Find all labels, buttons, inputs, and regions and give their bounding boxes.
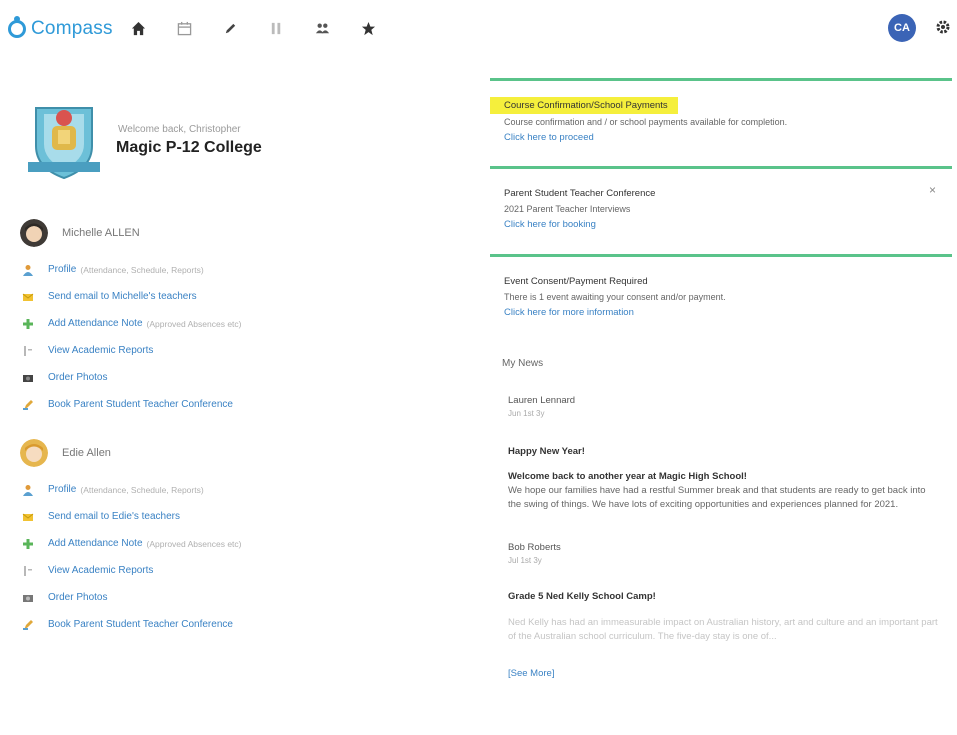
conference-icon bbox=[23, 619, 33, 630]
plus-icon bbox=[23, 318, 33, 329]
student-header[interactable]: Michelle ALLEN bbox=[20, 218, 242, 248]
action-label: Order Photos bbox=[48, 372, 108, 383]
action-label: Add Attendance Note bbox=[48, 318, 143, 329]
action-label: Book Parent Student Teacher Conference bbox=[48, 619, 233, 630]
action-label: Book Parent Student Teacher Conference bbox=[48, 399, 233, 410]
report-icon bbox=[24, 565, 32, 576]
pencil-icon[interactable] bbox=[222, 20, 238, 36]
news-title: Grade 5 Ned Kelly School Camp! bbox=[508, 591, 656, 602]
profile-link[interactable]: Profile (Attendance, Schedule, Reports) bbox=[20, 256, 242, 283]
proceed-link[interactable]: Click here to proceed bbox=[504, 132, 594, 143]
news-time: Jul 1st 3y bbox=[508, 556, 542, 565]
attendance-note-link[interactable]: Add Attendance Note (Approved Absences e… bbox=[20, 530, 242, 557]
order-photos-link[interactable]: Order Photos bbox=[20, 364, 242, 391]
conference-icon bbox=[23, 399, 33, 410]
report-icon bbox=[24, 345, 32, 356]
profile-icon bbox=[23, 484, 33, 496]
action-label: Profile bbox=[48, 264, 77, 275]
news-author: Lauren Lennard bbox=[508, 395, 576, 406]
booking-link[interactable]: Click here for booking bbox=[504, 219, 596, 230]
student-avatar bbox=[20, 439, 48, 467]
action-label: Send email to Edie's teachers bbox=[48, 511, 180, 522]
action-label: View Academic Reports bbox=[48, 345, 154, 356]
book-conference-link[interactable]: Book Parent Student Teacher Conference bbox=[20, 391, 242, 418]
book-conference-link[interactable]: Book Parent Student Teacher Conference bbox=[20, 611, 242, 638]
school-crest-icon bbox=[28, 107, 100, 180]
profile-icon bbox=[23, 264, 33, 276]
more-info-link[interactable]: Click here for more information bbox=[504, 307, 634, 318]
user-avatar[interactable]: CA bbox=[888, 14, 916, 42]
school-name: Magic P-12 College bbox=[116, 139, 262, 156]
student-actions: Profile (Attendance, Schedule, Reports) … bbox=[20, 476, 242, 638]
camera-icon bbox=[23, 374, 33, 382]
attendance-note-link[interactable]: Add Attendance Note (Approved Absences e… bbox=[20, 310, 242, 337]
action-sub: (Approved Absences etc) bbox=[146, 318, 242, 329]
news-subtitle: Welcome back to another year at Magic Hi… bbox=[508, 471, 747, 482]
news-body: Ned Kelly has had an immeasurable impact… bbox=[508, 617, 938, 642]
app-name: Compass bbox=[31, 18, 113, 39]
action-sub: (Approved Absences etc) bbox=[146, 538, 242, 549]
alert-event-consent: Event Consent/Payment Required There is … bbox=[490, 254, 952, 336]
news-body: We hope our families have had a restful … bbox=[508, 485, 926, 510]
home-icon[interactable] bbox=[130, 20, 146, 36]
gear-icon[interactable] bbox=[935, 19, 951, 35]
alert-description: There is 1 event awaiting your consent a… bbox=[504, 292, 726, 302]
student-header[interactable]: Edie Allen bbox=[20, 438, 242, 468]
student-name: Michelle ALLEN bbox=[62, 227, 140, 239]
email-teachers-link[interactable]: Send email to Michelle's teachers bbox=[20, 283, 242, 310]
student-card: Michelle ALLEN Profile (Attendance, Sche… bbox=[20, 218, 242, 418]
compass-logo[interactable]: Compass bbox=[8, 16, 113, 40]
alert-description: Course confirmation and / or school paym… bbox=[504, 117, 788, 127]
action-sub: (Attendance, Schedule, Reports) bbox=[80, 264, 204, 275]
alert-conference: Parent Student Teacher Conference 2021 P… bbox=[490, 166, 952, 254]
camera-icon bbox=[23, 594, 33, 602]
right-column: Course Confirmation/School Payments Cour… bbox=[490, 78, 952, 681]
news-author: Bob Roberts bbox=[508, 542, 561, 553]
people-icon[interactable] bbox=[314, 20, 330, 36]
email-icon bbox=[22, 293, 34, 301]
action-label: Profile bbox=[48, 484, 77, 495]
main-nav bbox=[130, 20, 406, 36]
close-icon[interactable]: × bbox=[929, 183, 936, 197]
grid-icon[interactable] bbox=[268, 20, 284, 36]
see-more-link[interactable]: [See More] bbox=[508, 668, 554, 679]
email-teachers-link[interactable]: Send email to Edie's teachers bbox=[20, 503, 242, 530]
top-bar: Compass CA bbox=[0, 0, 957, 58]
action-label: View Academic Reports bbox=[48, 565, 154, 576]
order-photos-link[interactable]: Order Photos bbox=[20, 584, 242, 611]
alert-description: 2021 Parent Teacher Interviews bbox=[504, 204, 631, 214]
alert-title: Course Confirmation/School Payments bbox=[490, 97, 678, 114]
news-item: Lauren Lennard Jun 1st 3y Happy New Year… bbox=[508, 395, 938, 512]
news-header: My News bbox=[502, 358, 544, 369]
compass-logo-icon bbox=[8, 16, 26, 38]
alert-course-confirmation: Course Confirmation/School Payments Cour… bbox=[490, 78, 952, 166]
action-label: Add Attendance Note bbox=[48, 538, 143, 549]
student-card: Edie Allen Profile (Attendance, Schedule… bbox=[20, 438, 242, 638]
profile-link[interactable]: Profile (Attendance, Schedule, Reports) bbox=[20, 476, 242, 503]
action-sub: (Attendance, Schedule, Reports) bbox=[80, 484, 204, 495]
news-title: Happy New Year! bbox=[508, 446, 585, 457]
welcome-message: Welcome back, Christopher bbox=[118, 124, 241, 135]
email-icon bbox=[22, 513, 34, 521]
academic-reports-link[interactable]: View Academic Reports bbox=[20, 337, 242, 364]
academic-reports-link[interactable]: View Academic Reports bbox=[20, 557, 242, 584]
calendar-icon[interactable] bbox=[176, 20, 192, 36]
alert-title: Event Consent/Payment Required bbox=[504, 276, 648, 287]
action-label: Order Photos bbox=[48, 592, 108, 603]
student-avatar bbox=[20, 219, 48, 247]
star-icon[interactable] bbox=[360, 20, 376, 36]
student-name: Edie Allen bbox=[62, 447, 111, 459]
news-time: Jun 1st 3y bbox=[508, 409, 545, 418]
action-label: Send email to Michelle's teachers bbox=[48, 291, 197, 302]
alert-title: Parent Student Teacher Conference bbox=[504, 188, 656, 199]
student-actions: Profile (Attendance, Schedule, Reports) … bbox=[20, 256, 242, 418]
plus-icon bbox=[23, 538, 33, 549]
news-item: Bob Roberts Jul 1st 3y Grade 5 Ned Kelly… bbox=[508, 542, 938, 644]
